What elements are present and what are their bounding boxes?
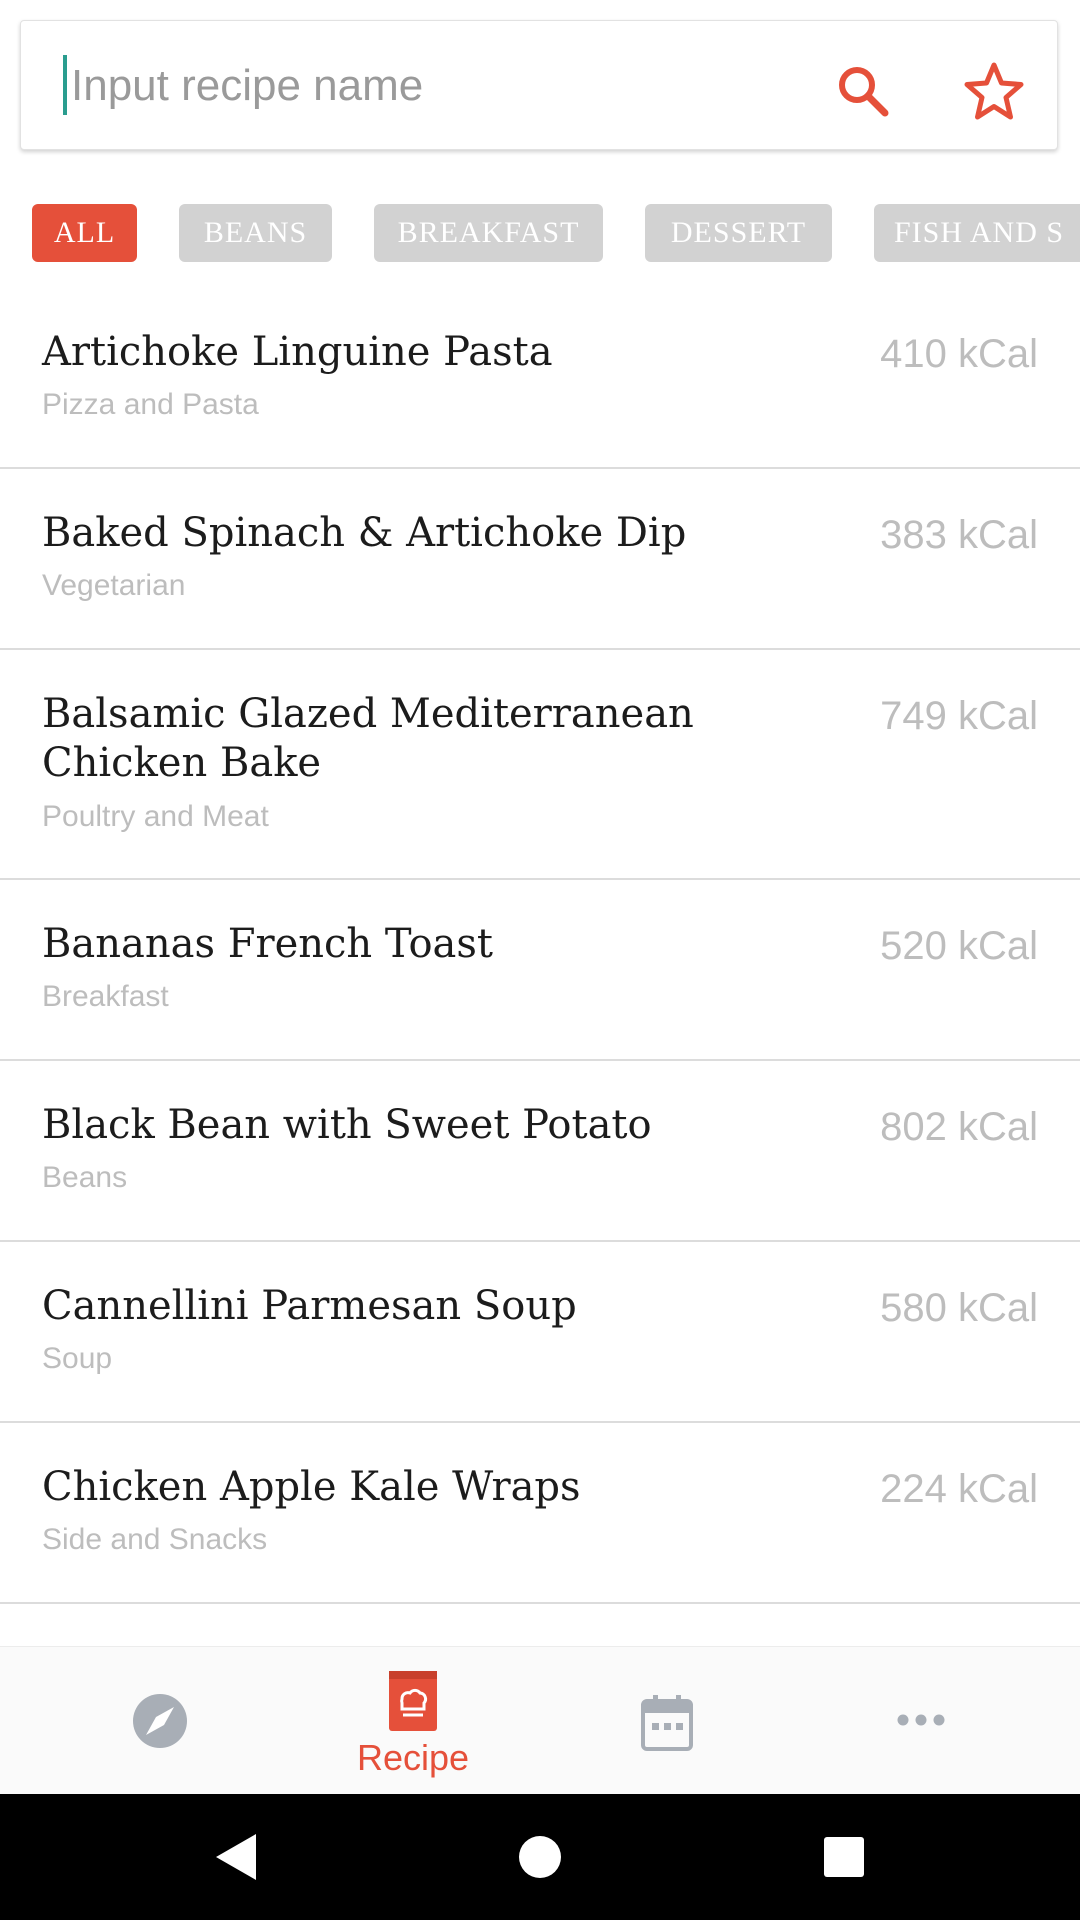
home-icon[interactable] xyxy=(518,1835,562,1879)
recipe-title: Bananas French Toast xyxy=(42,921,493,967)
nav-discover[interactable] xyxy=(80,1647,240,1795)
recipe-row[interactable]: Black Bean with Sweet Potato Beans 802 k… xyxy=(0,1061,1080,1242)
recipe-title: Artichoke Linguine Pasta xyxy=(42,329,553,375)
category-chips: ALL BEANS BREAKFAST DESSERT FISH AND S xyxy=(0,204,1080,264)
favorites-button[interactable] xyxy=(961,59,1027,125)
recipe-category: Beans xyxy=(42,1161,128,1194)
more-dots-icon xyxy=(897,1714,945,1726)
recipe-list: Artichoke Linguine Pasta Pizza and Pasta… xyxy=(0,288,1080,1604)
recipe-row[interactable]: Cannellini Parmesan Soup Soup 580 kCal xyxy=(0,1242,1080,1423)
recipe-title: Baked Spinach & Artichoke Dip xyxy=(42,510,687,556)
chip-breakfast[interactable]: BREAKFAST xyxy=(374,204,603,262)
recipe-calories: 802 kCal xyxy=(880,1105,1038,1149)
recipe-row[interactable]: Baked Spinach & Artichoke Dip Vegetarian… xyxy=(0,469,1080,650)
nav-recipe-label: Recipe xyxy=(356,1737,470,1778)
recipe-calories: 410 kCal xyxy=(880,332,1038,376)
system-navigation-bar xyxy=(0,1794,1080,1920)
recipe-title: Chicken Apple Kale Wraps xyxy=(42,1464,581,1510)
recipe-category: Breakfast xyxy=(42,980,169,1013)
recipe-row[interactable]: Artichoke Linguine Pasta Pizza and Pasta… xyxy=(0,288,1080,469)
bottom-navigation: Recipe xyxy=(0,1646,1080,1795)
text-cursor xyxy=(63,55,67,115)
compass-icon xyxy=(133,1694,187,1748)
recipe-category: Soup xyxy=(42,1342,113,1375)
recipe-title: Cannellini Parmesan Soup xyxy=(42,1283,577,1329)
nav-calendar[interactable] xyxy=(587,1647,747,1795)
nav-more[interactable] xyxy=(840,1647,1000,1795)
recipe-title: Balsamic Glazed Mediterranean Chicken Ba… xyxy=(42,691,694,786)
recipe-calories: 224 kCal xyxy=(880,1467,1038,1511)
back-icon[interactable] xyxy=(214,1832,258,1882)
recipe-category: Vegetarian xyxy=(42,569,186,602)
recipe-calories: 749 kCal xyxy=(880,694,1038,738)
search-button[interactable] xyxy=(833,61,893,121)
search-icon xyxy=(839,67,889,117)
search-input[interactable] xyxy=(63,51,771,121)
chip-beans[interactable]: BEANS xyxy=(179,204,332,262)
recipe-calories: 520 kCal xyxy=(880,924,1038,968)
recipe-category: Side and Snacks xyxy=(42,1523,268,1556)
recipe-row[interactable]: Balsamic Glazed Mediterranean Chicken Ba… xyxy=(0,650,1080,880)
recipe-calories: 383 kCal xyxy=(880,513,1038,557)
recipe-calories: 580 kCal xyxy=(880,1286,1038,1330)
star-icon xyxy=(964,62,1024,120)
recipe-category: Pizza and Pasta xyxy=(42,388,259,421)
recents-icon[interactable] xyxy=(824,1837,864,1877)
recipe-title: Black Bean with Sweet Potato xyxy=(42,1102,652,1148)
recipe-row[interactable]: Chicken Apple Kale Wraps Side and Snacks… xyxy=(0,1423,1080,1604)
chip-all[interactable]: ALL xyxy=(32,204,137,262)
chip-fish-and-seafood[interactable]: FISH AND S xyxy=(874,204,1080,262)
chip-dessert[interactable]: DESSERT xyxy=(645,204,832,262)
search-bar xyxy=(20,20,1058,150)
recipe-row[interactable]: Bananas French Toast Breakfast 520 kCal xyxy=(0,880,1080,1061)
recipe-category: Poultry and Meat xyxy=(42,800,269,833)
recipe-book-icon xyxy=(389,1671,437,1731)
calendar-icon xyxy=(641,1695,693,1751)
nav-recipe[interactable]: Recipe xyxy=(333,1647,493,1795)
